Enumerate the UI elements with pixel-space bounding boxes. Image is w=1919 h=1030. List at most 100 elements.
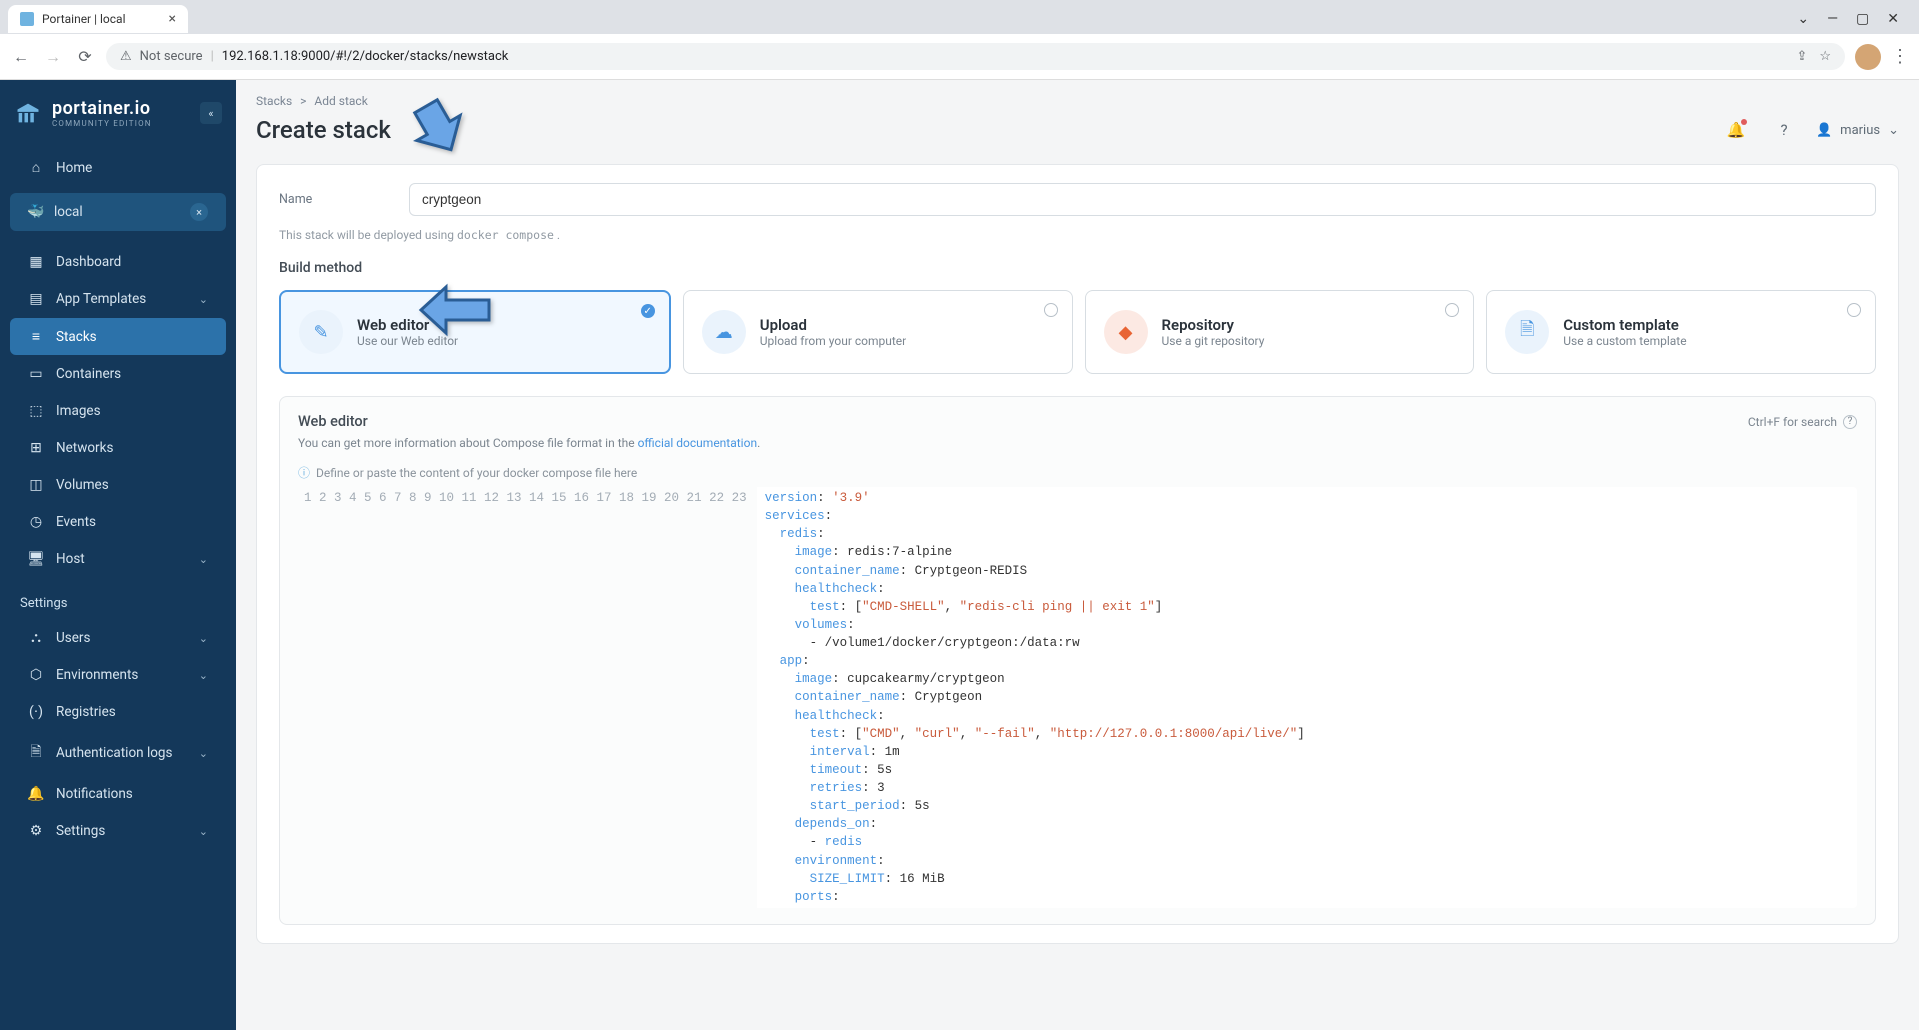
avatar[interactable] xyxy=(1855,44,1881,70)
environment-name: local xyxy=(54,204,83,220)
sidebar-item-label: Volumes xyxy=(56,477,109,493)
reload-button[interactable]: ⟳ xyxy=(74,47,96,66)
address-bar[interactable]: ⚠ Not secure | 192.168.1.18:9000/#!/2/do… xyxy=(106,43,1845,70)
minimize-icon[interactable]: — xyxy=(1827,11,1838,27)
radio-icon: ✓ xyxy=(641,304,655,318)
method-title: Repository xyxy=(1162,316,1265,334)
brand-name: portainer.io xyxy=(52,98,152,119)
name-label: Name xyxy=(279,192,339,207)
kebab-menu-icon[interactable]: ⋮ xyxy=(1891,46,1909,67)
radio-icon xyxy=(1445,303,1459,317)
build-method-upload[interactable]: ☁UploadUpload from your computer xyxy=(683,290,1073,374)
bell-icon: 🔔 xyxy=(28,786,44,802)
sidebar-item-dashboard[interactable]: ▦Dashboard xyxy=(10,244,226,280)
editor-tip-text: Define or paste the content of your dock… xyxy=(316,466,637,480)
portainer-logo-icon xyxy=(14,99,42,127)
gear-icon: ⚙ xyxy=(28,823,44,839)
radio-icon xyxy=(1847,303,1861,317)
sidebar-item-host[interactable]: 🖥Host⌄ xyxy=(10,541,226,577)
sidebar-item-stacks[interactable]: ≡Stacks xyxy=(10,318,226,355)
build-method-repository[interactable]: ◆RepositoryUse a git repository xyxy=(1085,290,1475,374)
compose-editor[interactable]: 1 2 3 4 5 6 7 8 9 10 11 12 13 14 15 16 1… xyxy=(298,487,1857,908)
sidebar-item-label: Registries xyxy=(56,704,116,720)
method-icon: ✎ xyxy=(299,310,343,354)
method-subtitle: Use our Web editor xyxy=(357,334,458,348)
sidebar-item-networks[interactable]: ⊞Networks xyxy=(10,430,226,466)
sidebar-environment-pill[interactable]: 🐳 local × xyxy=(10,193,226,231)
brand-edition: COMMUNITY EDITION xyxy=(52,119,152,128)
sidebar-item-home[interactable]: ⌂ Home xyxy=(10,149,226,186)
sidebar-item-label: App Templates xyxy=(56,291,146,307)
sidebar-item-users[interactable]: ⛬Users⌄ xyxy=(10,620,226,656)
maximize-icon[interactable]: ▢ xyxy=(1856,11,1869,27)
template-icon: ▤ xyxy=(28,291,44,307)
page-title: Create stack xyxy=(256,116,391,144)
sidebar-item-volumes[interactable]: ◫ Volumes xyxy=(10,467,226,503)
chevron-down-icon[interactable]: ⌄ xyxy=(1797,11,1809,27)
env-icon: ⬡ xyxy=(28,667,44,683)
deploy-note: This stack will be deployed using docker… xyxy=(279,228,1876,242)
stacks-icon: ≡ xyxy=(28,328,44,345)
sidebar-item-label: Users xyxy=(56,630,90,646)
sidebar-item-environments[interactable]: ⬡ Environments ⌄ xyxy=(10,657,226,693)
browser-tab[interactable]: Portainer | local × xyxy=(8,5,188,33)
notifications-button[interactable]: 🔔 xyxy=(1720,114,1752,146)
official-docs-link[interactable]: official documentation xyxy=(638,436,758,450)
create-stack-card: Name This stack will be deployed using d… xyxy=(256,164,1899,944)
info-icon: ⓘ xyxy=(298,464,310,481)
sidebar-item-label: Environments xyxy=(56,667,138,683)
collapse-sidebar-button[interactable]: « xyxy=(200,102,222,124)
close-environment-icon[interactable]: × xyxy=(190,203,208,221)
chevron-down-icon: ⌄ xyxy=(199,553,208,566)
sidebar-item-label: Authentication logs xyxy=(56,745,172,761)
volumes-icon: ◫ xyxy=(28,477,44,493)
editor-title: Web editor xyxy=(298,413,368,430)
forward-button[interactable]: → xyxy=(42,47,64,67)
back-button[interactable]: ← xyxy=(10,47,32,67)
sidebar-item-notifications[interactable]: 🔔Notifications xyxy=(10,776,226,812)
containers-icon: ▭ xyxy=(28,366,44,382)
sidebar-item-settings[interactable]: ⚙Settings⌄ xyxy=(10,813,226,849)
breadcrumb: Stacks > Add stack xyxy=(256,94,1899,108)
build-method-custom-template[interactable]: 🗎Custom templateUse a custom template xyxy=(1486,290,1876,374)
url-text: 192.168.1.18:9000/#!/2/docker/stacks/new… xyxy=(222,49,509,64)
sidebar-settings-heading: Settings xyxy=(0,578,236,619)
breadcrumb-leaf: Add stack xyxy=(314,94,367,108)
bell-icon: 🔔 xyxy=(1727,121,1746,139)
not-secure-label: Not secure xyxy=(140,49,203,64)
chevron-down-icon: ⌄ xyxy=(1888,123,1899,138)
sidebar-item-label: Events xyxy=(56,514,96,530)
build-method-web-editor[interactable]: ✎Web editorUse our Web editor✓ xyxy=(279,290,671,374)
favicon-icon xyxy=(20,12,34,26)
sidebar-item-authentication-logs[interactable]: 🗎Authentication logs⌄ xyxy=(10,731,226,775)
build-method-heading: Build method xyxy=(279,260,1876,276)
sidebar-item-label: Networks xyxy=(56,440,113,456)
sidebar-item-containers[interactable]: ▭Containers xyxy=(10,356,226,392)
method-icon: ◆ xyxy=(1104,310,1148,354)
sidebar-item-images[interactable]: ⬚Images xyxy=(10,393,226,429)
chevron-down-icon: ⌄ xyxy=(199,669,208,682)
images-icon: ⬚ xyxy=(28,403,44,419)
breadcrumb-root[interactable]: Stacks xyxy=(256,94,292,108)
sidebar-item-app-templates[interactable]: ▤ App Templates ⌄ xyxy=(10,281,226,317)
main-content: Stacks > Add stack Create stack 🔔 ? 👤 ma… xyxy=(236,80,1919,1030)
sidebar-item-registries[interactable]: (⋅)Registries xyxy=(10,694,226,730)
method-subtitle: Upload from your computer xyxy=(760,334,906,348)
editor-search-hint: Ctrl+F for search ? xyxy=(1748,415,1857,429)
close-window-icon[interactable]: ✕ xyxy=(1887,11,1899,27)
sidebar-item-label: Home xyxy=(56,160,92,176)
window-controls: ⌄ — ▢ ✕ xyxy=(1797,11,1911,27)
user-menu[interactable]: 👤 marius ⌄ xyxy=(1816,123,1899,138)
radio-icon xyxy=(1044,303,1058,317)
bookmark-icon[interactable]: ☆ xyxy=(1819,49,1831,64)
help-icon[interactable]: ? xyxy=(1843,415,1857,429)
method-title: Custom template xyxy=(1563,316,1686,334)
help-button[interactable]: ? xyxy=(1768,114,1800,146)
chevron-down-icon: ⌄ xyxy=(199,293,208,306)
stack-name-input[interactable] xyxy=(409,183,1876,216)
method-subtitle: Use a custom template xyxy=(1563,334,1686,348)
host-icon: 🖥 xyxy=(28,551,44,567)
share-icon[interactable]: ⇪ xyxy=(1796,49,1807,64)
sidebar-item-events[interactable]: ◷Events xyxy=(10,504,226,540)
close-tab-icon[interactable]: × xyxy=(169,11,176,27)
